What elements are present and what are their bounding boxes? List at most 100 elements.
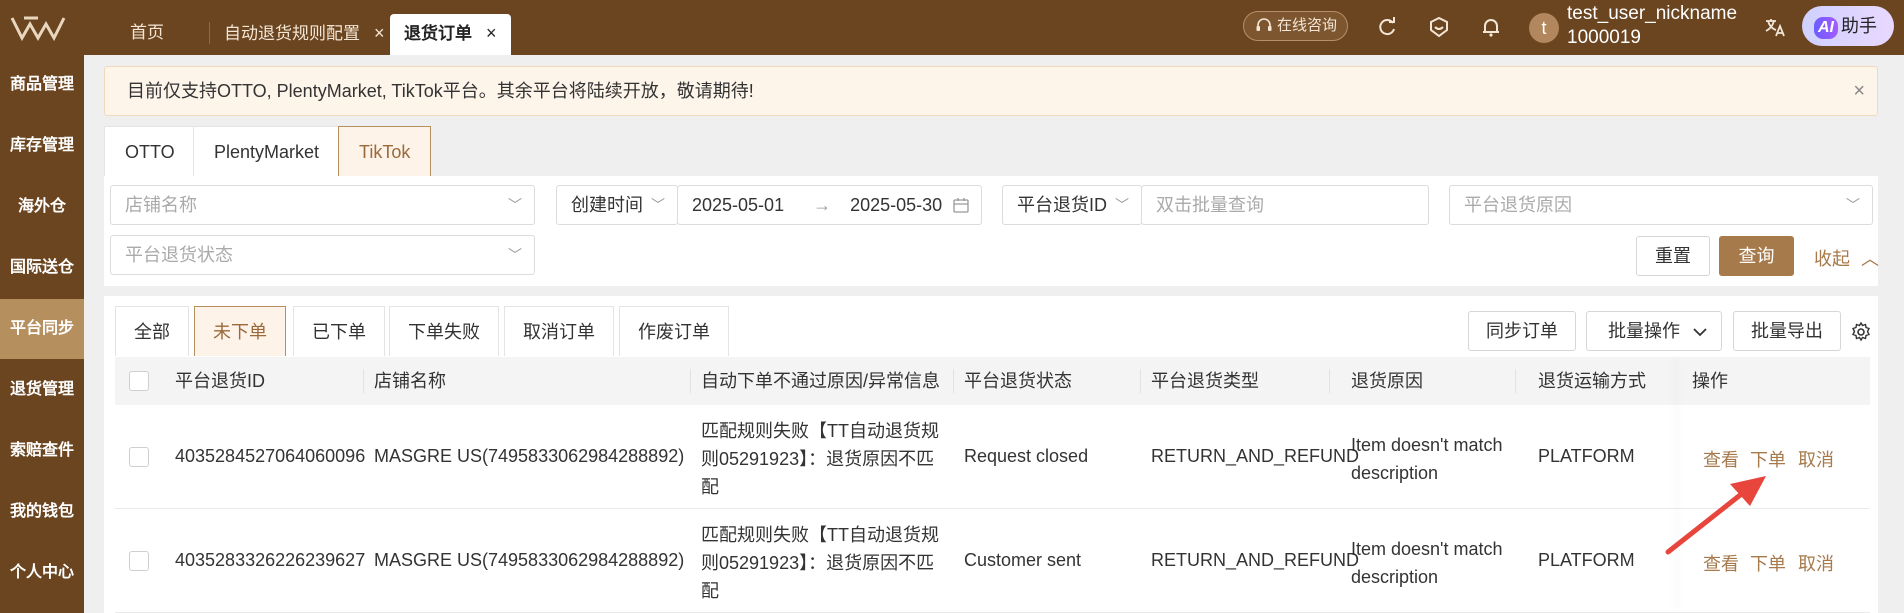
sidebar-item-international-delivery[interactable]: 国际送仓 <box>0 238 84 298</box>
tab-return-orders[interactable]: 退货订单 × <box>390 14 511 55</box>
cell-return-id: 4035283326226239627 <box>175 550 366 570</box>
batch-actions-dropdown[interactable]: 批量操作 <box>1586 311 1722 351</box>
return-status-select[interactable]: 平台退货状态 ﹀ <box>110 235 535 275</box>
table-row: 4035284527064060096 MASGRE US(7495833062… <box>115 405 1870 509</box>
view-link[interactable]: 查看 <box>1703 446 1739 472</box>
column-divider <box>690 369 691 393</box>
cell-shipping: PLATFORM <box>1538 446 1635 466</box>
logo-icon[interactable] <box>10 14 66 42</box>
translate-icon[interactable] <box>1764 16 1786 38</box>
tab-auto-return-rules[interactable]: 自动退货规则配置 × <box>210 14 399 55</box>
row-checkbox[interactable] <box>129 447 149 467</box>
store-select[interactable]: 店铺名称 ﹀ <box>110 185 535 225</box>
row-checkbox[interactable] <box>129 551 149 571</box>
date-range-picker[interactable]: 2025-05-01 → 2025-05-30 <box>677 185 982 225</box>
sidebar-item-claims[interactable]: 索赔查件 <box>0 421 84 481</box>
date-start: 2025-05-01 <box>692 195 785 215</box>
calendar-icon <box>953 198 969 213</box>
sidebar-item-platform-sync[interactable]: 平台同步 <box>0 299 84 359</box>
avatar[interactable]: t <box>1529 13 1559 43</box>
tab-status-ordered[interactable]: 已下单 <box>293 306 385 356</box>
tab-status-all[interactable]: 全部 <box>115 306 189 356</box>
tab-home[interactable]: 首页 <box>116 14 178 55</box>
sidebar-item-products[interactable]: 商品管理 <box>0 55 84 115</box>
cell-return-id: 4035284527064060096 <box>175 446 366 466</box>
smile-icon[interactable] <box>1428 16 1450 38</box>
cell-fail-reason: 匹配规则失败【TT自动退货规 则05291923】：退货原因不匹 配 <box>701 421 939 497</box>
collapse-toggle[interactable]: 收起 ︿ <box>1814 245 1879 271</box>
chevron-down-icon: ﹀ <box>508 197 522 213</box>
date-end: 2025-05-30 <box>850 195 943 215</box>
column-divider <box>953 369 954 393</box>
return-id-type-select[interactable]: 平台退货ID ﹀ <box>1002 185 1142 225</box>
headset-icon <box>1256 18 1272 31</box>
tab-status-cancelled[interactable]: 取消订单 <box>504 306 614 356</box>
close-icon[interactable]: × <box>1853 67 1865 115</box>
table-header: 平台退货ID 店铺名称 自动下单不通过原因/异常信息 平台退货状态 平台退货类型… <box>115 357 1870 405</box>
cell-return-reason: Item doesn't match description <box>1351 539 1503 587</box>
online-consult-button[interactable]: 在线咨询 <box>1243 11 1348 41</box>
cell-store: MASGRE US(7495833062984288892) <box>374 446 685 466</box>
sidebar-item-inventory[interactable]: 库存管理 <box>0 116 84 176</box>
column-divider <box>363 369 364 393</box>
user-info[interactable]: test_user_nickname 1000019 <box>1567 2 1737 50</box>
col-header-type: 平台退货类型 <box>1151 371 1259 391</box>
col-header-actions: 操作 <box>1692 371 1728 391</box>
cell-status: Customer sent <box>964 550 1082 570</box>
batch-export-button[interactable]: 批量导出 <box>1733 311 1841 351</box>
cell-type: RETURN_AND_REFUND <box>1151 446 1360 466</box>
chevron-up-icon: ︿ <box>1861 249 1880 269</box>
tab-close-icon[interactable]: × <box>374 23 385 43</box>
tab-status-not-ordered[interactable]: 未下单 <box>194 306 286 356</box>
select-all-checkbox[interactable] <box>129 371 149 391</box>
tab-close-icon[interactable]: × <box>486 23 497 43</box>
tab-status-order-failed[interactable]: 下单失败 <box>389 306 499 356</box>
gear-icon[interactable] <box>1851 322 1871 342</box>
notice-banner: 目前仅支持OTTO, PlentyMarket, TikTok平台。其余平台将陆… <box>104 66 1878 116</box>
column-divider <box>1515 369 1516 393</box>
reset-button[interactable]: 重置 <box>1636 236 1710 276</box>
cell-type: RETURN_AND_REFUND <box>1151 550 1360 570</box>
tab-platform-tiktok[interactable]: TikTok <box>338 126 432 176</box>
column-divider <box>1329 369 1330 393</box>
sync-orders-button[interactable]: 同步订单 <box>1468 311 1576 351</box>
date-type-select[interactable]: 创建时间 ﹀ <box>556 185 678 225</box>
ai-icon: AI <box>1814 17 1838 39</box>
sidebar-item-profile[interactable]: 个人中心 <box>0 543 84 603</box>
tab-platform-plentymarket[interactable]: PlentyMarket <box>193 126 341 176</box>
place-order-link[interactable]: 下单 <box>1750 446 1786 472</box>
return-id-input[interactable]: 双击批量查询 <box>1141 185 1429 225</box>
bell-icon[interactable] <box>1480 16 1502 38</box>
col-header-shipping: 退货运输方式 <box>1538 371 1646 391</box>
refresh-icon[interactable] <box>1376 16 1398 38</box>
chevron-down-icon: ﹀ <box>651 197 665 213</box>
cell-status: Request closed <box>964 446 1089 466</box>
ai-assistant-button[interactable]: AI 助手 <box>1802 6 1894 46</box>
column-divider <box>1140 369 1141 393</box>
cancel-link[interactable]: 取消 <box>1798 550 1834 576</box>
cancel-link[interactable]: 取消 <box>1798 446 1834 472</box>
notice-text: 目前仅支持OTTO, PlentyMarket, TikTok平台。其余平台将陆… <box>127 81 754 101</box>
chevron-down-icon: ﹀ <box>1846 197 1860 213</box>
col-header-store: 店铺名称 <box>374 371 446 391</box>
tab-platform-otto[interactable]: OTTO <box>104 126 196 176</box>
top-bar: 首页 自动退货规则配置 × 退货订单 × 在线咨询 t test_user_nick… <box>0 0 1904 55</box>
sidebar-item-returns[interactable]: 退货管理 <box>0 360 84 420</box>
col-header-return-id: 平台退货ID <box>175 371 265 391</box>
col-header-fail-reason: 自动下单不通过原因/异常信息 <box>701 371 940 391</box>
search-button[interactable]: 查询 <box>1719 236 1794 276</box>
tab-status-voided[interactable]: 作废订单 <box>619 306 729 356</box>
chevron-down-icon <box>1693 328 1707 337</box>
username: test_user_nickname <box>1567 3 1738 24</box>
col-header-return-reason: 退货原因 <box>1351 371 1423 391</box>
return-reason-select[interactable]: 平台退货原因 ﹀ <box>1449 185 1873 225</box>
annotation-arrow-icon <box>1665 476 1766 555</box>
user-id: 1000019 <box>1567 27 1641 48</box>
chevron-down-icon: ﹀ <box>1115 197 1129 213</box>
cell-return-reason: Item doesn't match description <box>1351 435 1503 483</box>
cell-store: MASGRE US(7495833062984288892) <box>374 550 685 570</box>
date-range-arrow: → <box>813 195 832 215</box>
sidebar-item-overseas-warehouse[interactable]: 海外仓 <box>0 177 84 237</box>
cell-shipping: PLATFORM <box>1538 550 1635 570</box>
sidebar-item-wallet[interactable]: 我的钱包 <box>0 482 84 542</box>
